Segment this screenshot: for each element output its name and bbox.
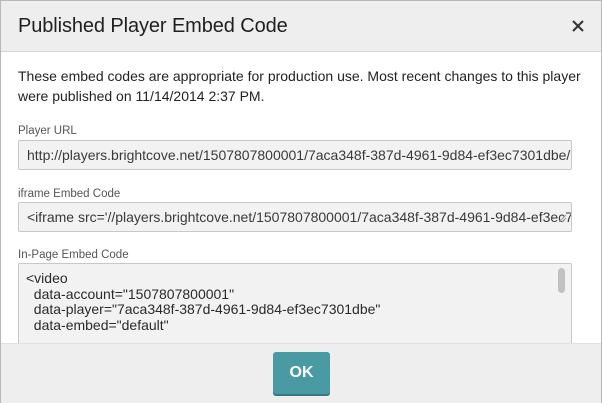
scrollbar-thumb[interactable] (558, 268, 565, 293)
player-url-field[interactable]: http://players.brightcove.net/1507807800… (18, 140, 572, 170)
embed-code-line: data-player="7aca348f-387d-4961-9d84-ef3… (26, 301, 381, 317)
embed-code-line: data-embed="default" (26, 316, 169, 333)
iframe-embed-label: iframe Embed Code (18, 188, 121, 200)
dialog-footer: OK (1, 343, 601, 403)
embed-code-dialog: Published Player Embed Code These embed … (0, 0, 602, 403)
embed-code-line: <video (26, 270, 68, 286)
in-page-embed-label: In-Page Embed Code (18, 249, 129, 261)
dialog-title: Published Player Embed Code (18, 15, 288, 37)
iframe-embed-field[interactable]: <iframe src='//players.brightcove.net/15… (18, 202, 572, 232)
ok-button[interactable]: OK (273, 352, 330, 394)
iframe-embed-value: <iframe src='//players.brightcove.net/15… (27, 209, 572, 225)
resize-grip-icon[interactable] (557, 213, 567, 223)
embed-code-line: data-account="1507807800001" (26, 285, 235, 302)
dialog-body: These embed codes are appropriate for pr… (1, 52, 601, 343)
textarea-scrollbar[interactable] (556, 265, 568, 343)
close-icon[interactable] (567, 15, 589, 37)
player-url-label: Player URL (18, 125, 77, 137)
dialog-header: Published Player Embed Code (1, 1, 601, 52)
in-page-embed-textarea[interactable]: <video data-account="1507807800001" data… (18, 263, 572, 343)
intro-text: These embed codes are appropriate for pr… (18, 68, 581, 104)
